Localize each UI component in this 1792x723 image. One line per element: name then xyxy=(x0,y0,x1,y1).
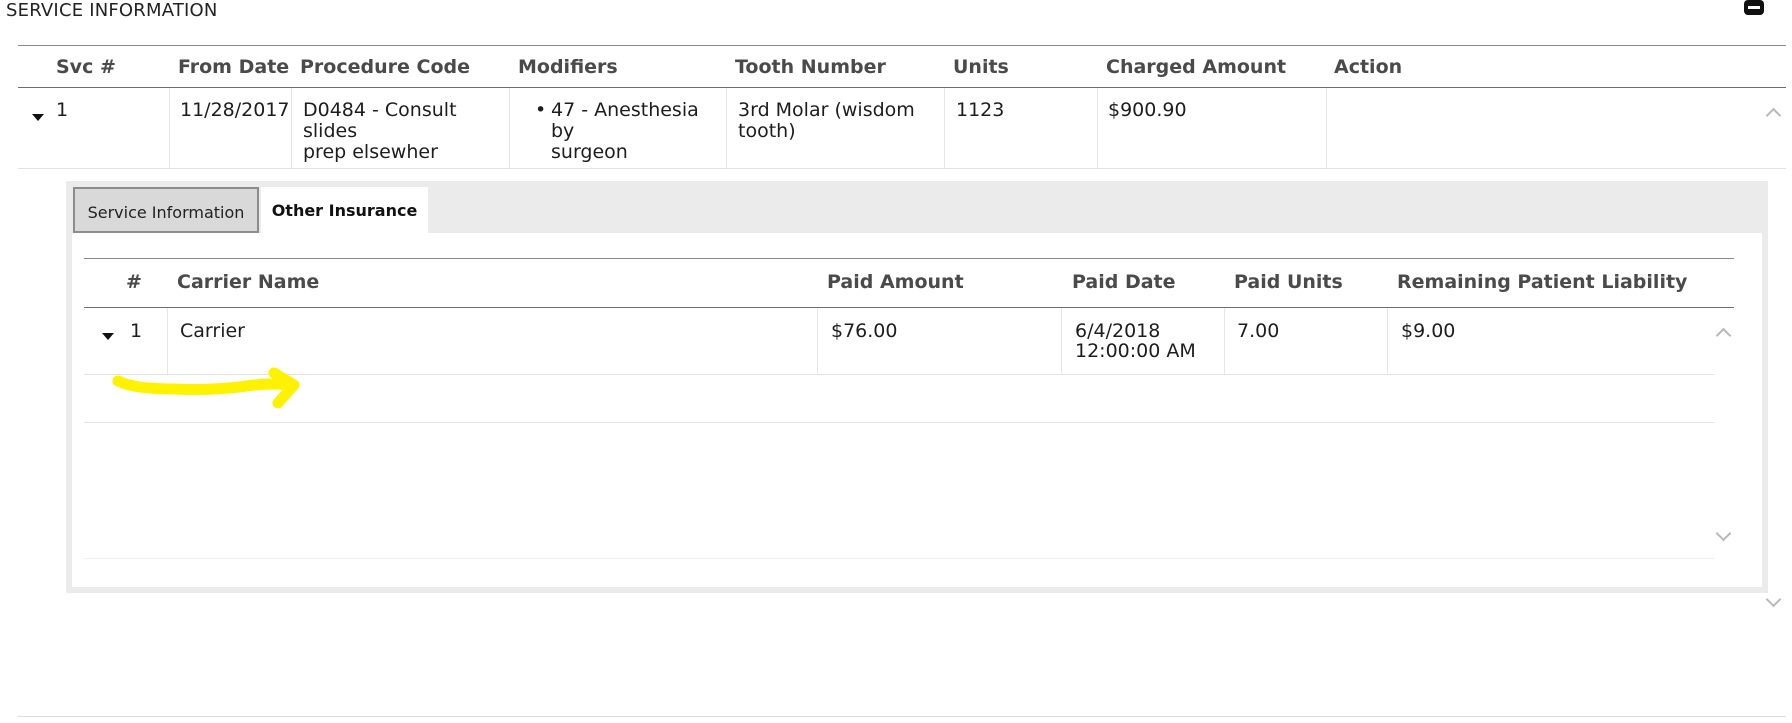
annotation-arrow-icon xyxy=(112,367,300,409)
other-insurance-header: # Carrier Name Paid Amount Paid Date Pai… xyxy=(84,259,1734,308)
service-table-header: Svc # From Date Procedure Code Modifiers… xyxy=(18,46,1786,88)
header-modifiers[interactable]: Modifiers xyxy=(518,56,618,78)
other-insurance-table: # Carrier Name Paid Amount Paid Date Pai… xyxy=(84,258,1734,559)
tooth-cell: 3rd Molar (wisdom tooth) xyxy=(727,88,945,169)
paid-date-cell: 6/4/2018 12:00:00 AM xyxy=(1062,308,1225,375)
tooth-line1: 3rd Molar (wisdom xyxy=(738,99,915,121)
remaining-liability: $9.00 xyxy=(1401,320,1456,342)
header-units[interactable]: Units xyxy=(953,56,1009,78)
modifiers-cell: • 47 - Anesthesia by surgeon xyxy=(510,88,727,169)
modifier-line2: surgeon xyxy=(551,141,628,163)
units: 1123 xyxy=(956,99,1005,121)
table-row[interactable]: 1 Carrier $76.00 6/4/2018 12:00:00 AM 7.… xyxy=(84,308,1714,375)
expand-row-icon[interactable] xyxy=(102,333,114,340)
collapse-section-button[interactable] xyxy=(1744,0,1764,15)
header-tooth-number[interactable]: Tooth Number xyxy=(735,56,886,78)
empty-area xyxy=(84,423,1714,559)
other-insurance-panel: # Carrier Name Paid Amount Paid Date Pai… xyxy=(72,233,1762,587)
header-number[interactable]: # xyxy=(126,271,142,293)
header-from-date[interactable]: From Date xyxy=(178,56,289,78)
scroll-up-icon[interactable] xyxy=(1765,107,1782,124)
from-date: 11/28/2017 xyxy=(180,99,290,121)
paid-date-line1: 6/4/2018 xyxy=(1075,320,1161,342)
section-title: SERVICE INFORMATION xyxy=(6,0,218,21)
row-detail-empty xyxy=(84,367,1714,423)
expand-row-icon[interactable] xyxy=(32,114,44,121)
header-procedure-code[interactable]: Procedure Code xyxy=(300,56,470,78)
svc-number: 1 xyxy=(56,99,69,121)
paid-units-cell: 7.00 xyxy=(1225,308,1388,375)
modifier-list-item: • 47 - Anesthesia by surgeon xyxy=(535,99,726,163)
tooth-line2: tooth) xyxy=(738,120,796,142)
modifier-line1: 47 - Anesthesia by xyxy=(551,99,699,142)
procedure-code-line1: D0484 - Consult slides xyxy=(303,99,457,142)
scroll-down-icon[interactable] xyxy=(1715,525,1732,542)
tab-other-insurance[interactable]: Other Insurance xyxy=(261,187,428,233)
scrollbar[interactable] xyxy=(1714,308,1734,559)
paid-amount: $76.00 xyxy=(831,320,898,342)
header-remaining-liability[interactable]: Remaining Patient Liability xyxy=(1397,271,1687,293)
header-paid-units[interactable]: Paid Units xyxy=(1234,271,1343,293)
paid-amount-cell: $76.00 xyxy=(818,308,1062,375)
procedure-code: D0484 - Consult slides prep elsewher xyxy=(303,100,509,163)
service-table: Svc # From Date Procedure Code Modifiers… xyxy=(18,45,1786,717)
carrier-name: Carrier xyxy=(180,320,245,342)
charged-cell: $900.90 xyxy=(1098,88,1327,169)
header-charged-amount[interactable]: Charged Amount xyxy=(1106,56,1286,78)
paid-date: 6/4/2018 12:00:00 AM xyxy=(1075,321,1196,361)
svc-cell: 1 xyxy=(18,88,170,169)
row-number: 1 xyxy=(130,320,143,342)
tooth-number: 3rd Molar (wisdom tooth) xyxy=(738,100,915,142)
scroll-down-icon[interactable] xyxy=(1765,591,1782,608)
table-row[interactable]: 1 11/28/2017 D0484 - Consult slides prep… xyxy=(18,88,1786,169)
units-cell: 1123 xyxy=(945,88,1098,169)
liability-cell: $9.00 xyxy=(1388,308,1714,375)
paid-date-line2: 12:00:00 AM xyxy=(1075,340,1196,362)
action-cell[interactable] xyxy=(1327,88,1537,169)
header-svc-number[interactable]: Svc # xyxy=(56,56,116,78)
scroll-up-icon[interactable] xyxy=(1715,327,1732,344)
procedure-code-line2: prep elsewher xyxy=(303,141,438,163)
header-paid-amount[interactable]: Paid Amount xyxy=(827,271,964,293)
header-action[interactable]: Action xyxy=(1334,56,1402,78)
row-detail-panel: Service Information Other Insurance # Ca… xyxy=(66,181,1768,593)
tab-service-information[interactable]: Service Information xyxy=(73,187,259,233)
header-carrier-name[interactable]: Carrier Name xyxy=(177,271,319,293)
paid-units: 7.00 xyxy=(1237,320,1280,342)
header-paid-date[interactable]: Paid Date xyxy=(1072,271,1176,293)
charged-amount: $900.90 xyxy=(1108,99,1187,121)
from-date-cell: 11/28/2017 xyxy=(170,88,292,169)
bullet-icon: • xyxy=(535,99,547,121)
procedure-cell: D0484 - Consult slides prep elsewher xyxy=(292,88,510,169)
